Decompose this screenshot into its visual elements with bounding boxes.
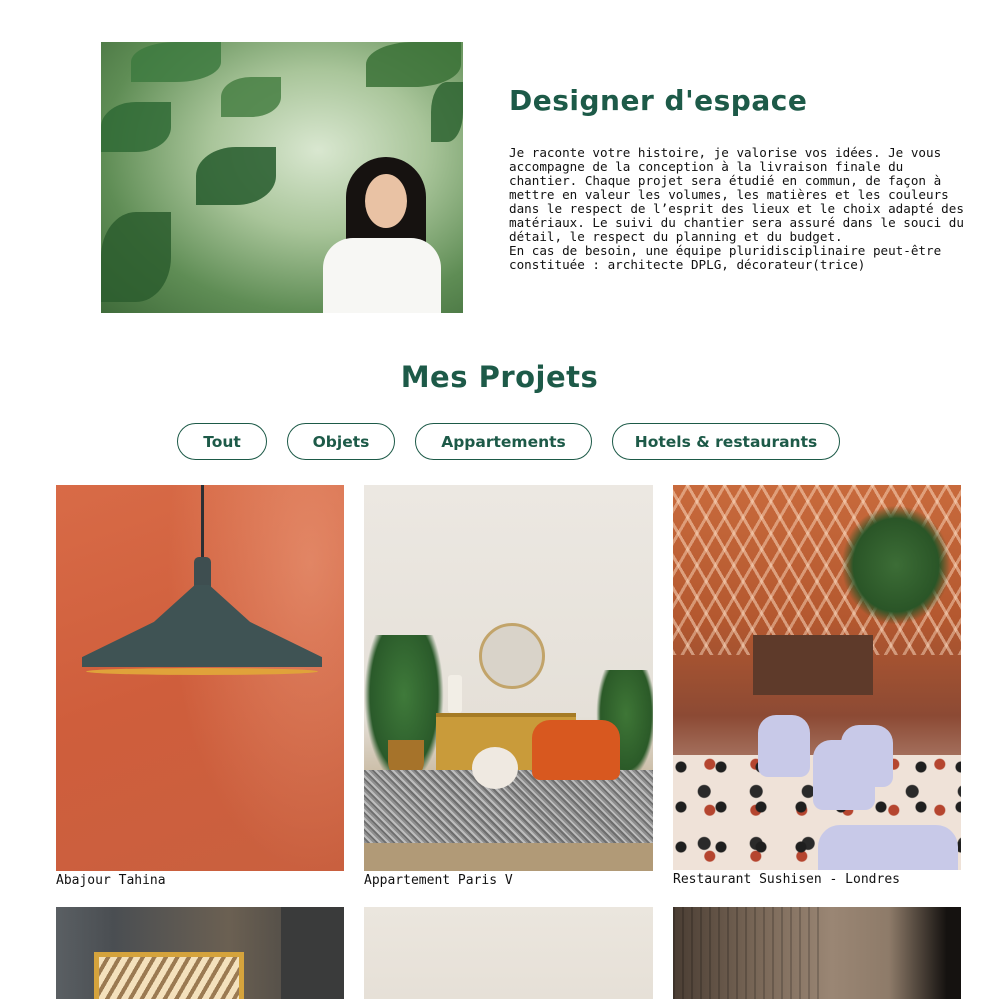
project-card[interactable] [673,907,961,999]
project-card-apartment[interactable]: Appartement Paris V [364,485,653,890]
project-filters: Tout Objets Appartements Hotels & restau… [0,423,999,460]
project-card-restaurant[interactable]: Restaurant Sushisen - Londres [673,485,961,890]
project-card-lamp[interactable]: Abajour Tahina [56,485,344,890]
project-caption[interactable]: Restaurant Sushisen - Londres [673,872,900,887]
project-caption[interactable]: Appartement Paris V [364,873,513,888]
filter-objects-button[interactable]: Objets [287,423,395,460]
about-paragraph: Je raconte votre histoire, je valorise v… [509,145,964,244]
project-image[interactable] [364,485,653,871]
project-caption[interactable]: Abajour Tahina [56,873,166,888]
about-paragraph: En cas de besoin, une équipe pluridiscip… [509,243,942,272]
project-image[interactable] [673,485,961,870]
about-title: Designer d'espace [509,84,808,117]
filter-all-button[interactable]: Tout [177,423,267,460]
projects-title: Mes Projets [400,360,599,394]
filter-hotels-restaurants-button[interactable]: Hotels & restaurants [612,423,840,460]
designer-portrait-photo [101,42,463,313]
project-image[interactable] [673,907,961,999]
project-card[interactable] [56,907,344,999]
project-card[interactable] [364,907,653,999]
project-image[interactable] [56,485,344,871]
filter-apartments-button[interactable]: Appartements [415,423,592,460]
project-image[interactable] [56,907,344,999]
about-description: Je raconte votre histoire, je valorise v… [509,146,964,272]
project-image[interactable] [364,907,653,999]
